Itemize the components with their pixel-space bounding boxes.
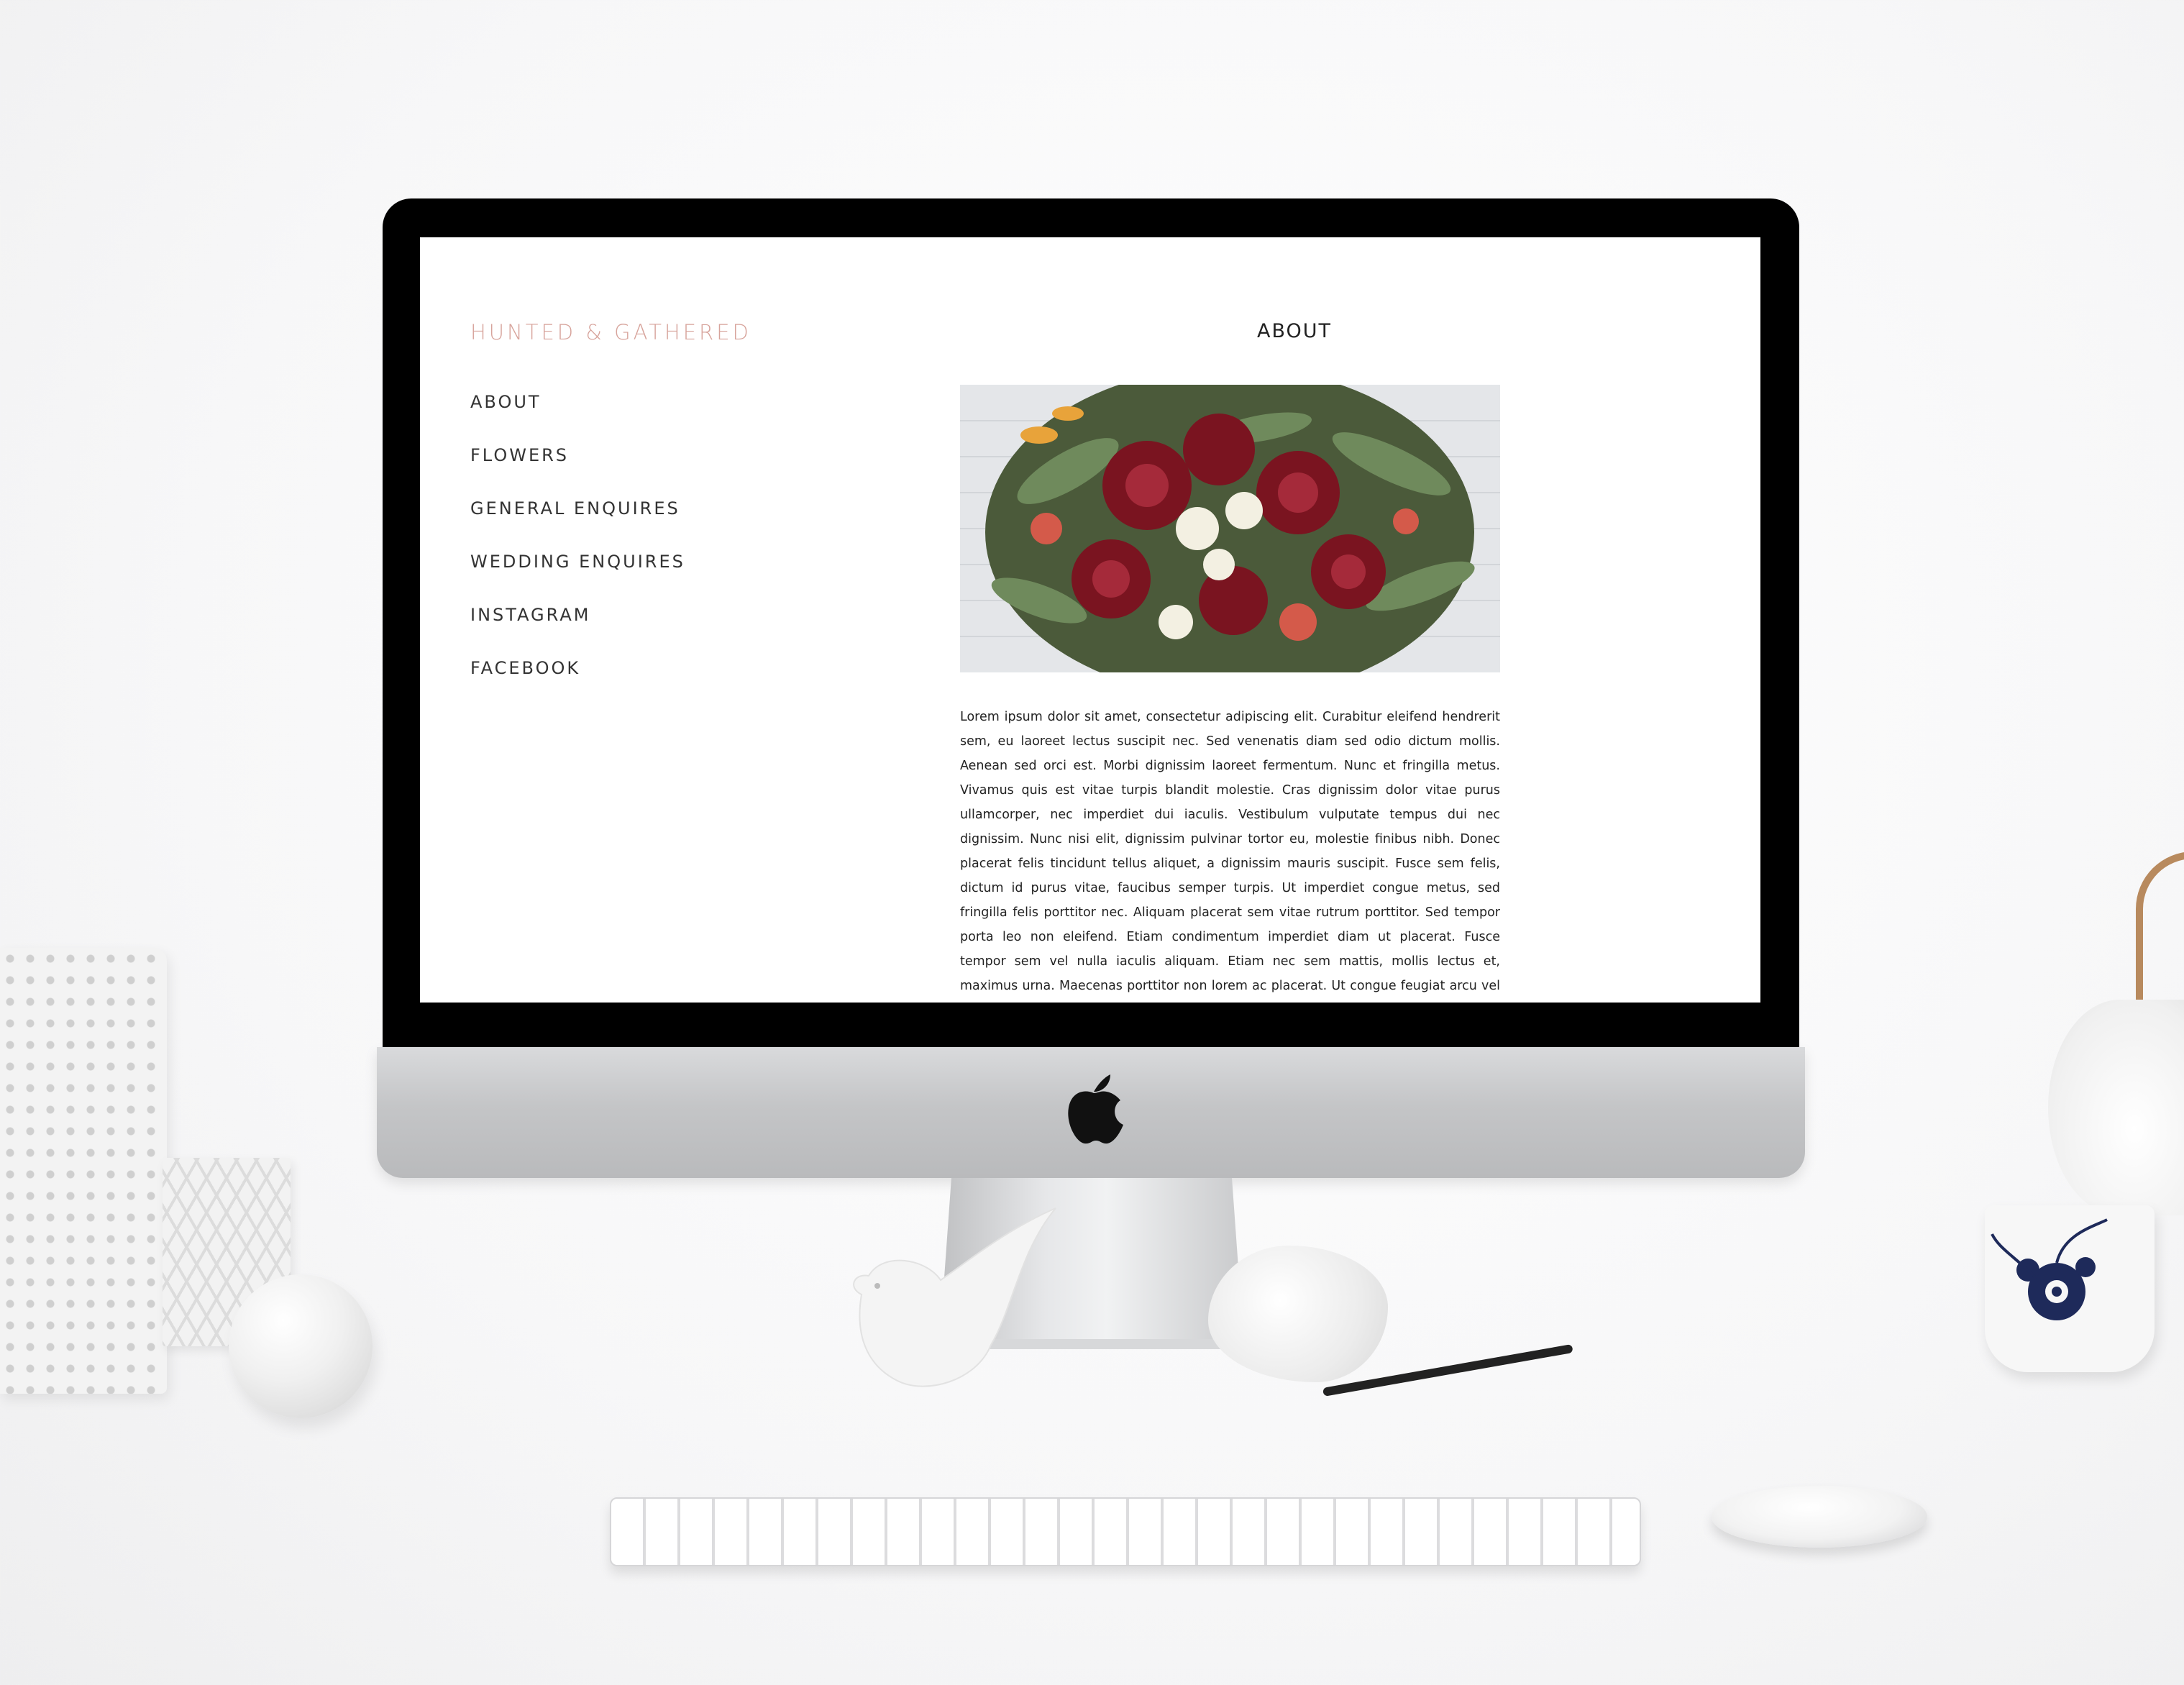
flower-pattern-icon	[1991, 1218, 2108, 1320]
glass-sphere-ornament	[229, 1274, 373, 1418]
nav-item-instagram[interactable]: INSTAGRAM	[470, 605, 685, 658]
nav-item-general-enquires[interactable]: GENERAL ENQUIRES	[470, 498, 685, 552]
flower-bouquet-illustration	[960, 385, 1500, 672]
hero-image-flower-bouquet	[960, 385, 1500, 672]
bird-figurine	[853, 1207, 1056, 1387]
about-body-text: Lorem ipsum dolor sit amet, consectetur …	[960, 710, 1500, 993]
keyboard	[610, 1497, 1641, 1566]
patterned-cup	[1985, 1205, 2155, 1372]
monitor-screen: HUNTED & GATHERED ABOUT FLOWERS GENERAL …	[420, 237, 1760, 1003]
teapot	[2048, 1000, 2184, 1215]
nav-item-about[interactable]: ABOUT	[470, 392, 685, 445]
apple-logo-icon	[1068, 1074, 1123, 1144]
page-title: ABOUT	[1256, 320, 1333, 342]
nav-item-wedding-enquires[interactable]: WEDDING ENQUIRES	[470, 552, 685, 605]
site-nav: ABOUT FLOWERS GENERAL ENQUIRES WEDDING E…	[470, 392, 685, 711]
perforated-vase	[0, 948, 167, 1394]
mouse	[1712, 1486, 1927, 1548]
site-logo[interactable]: HUNTED & GATHERED	[470, 320, 751, 344]
nav-item-flowers[interactable]: FLOWERS	[470, 445, 685, 498]
crumpled-paper	[1208, 1246, 1388, 1382]
nav-item-facebook[interactable]: FACEBOOK	[470, 658, 685, 711]
